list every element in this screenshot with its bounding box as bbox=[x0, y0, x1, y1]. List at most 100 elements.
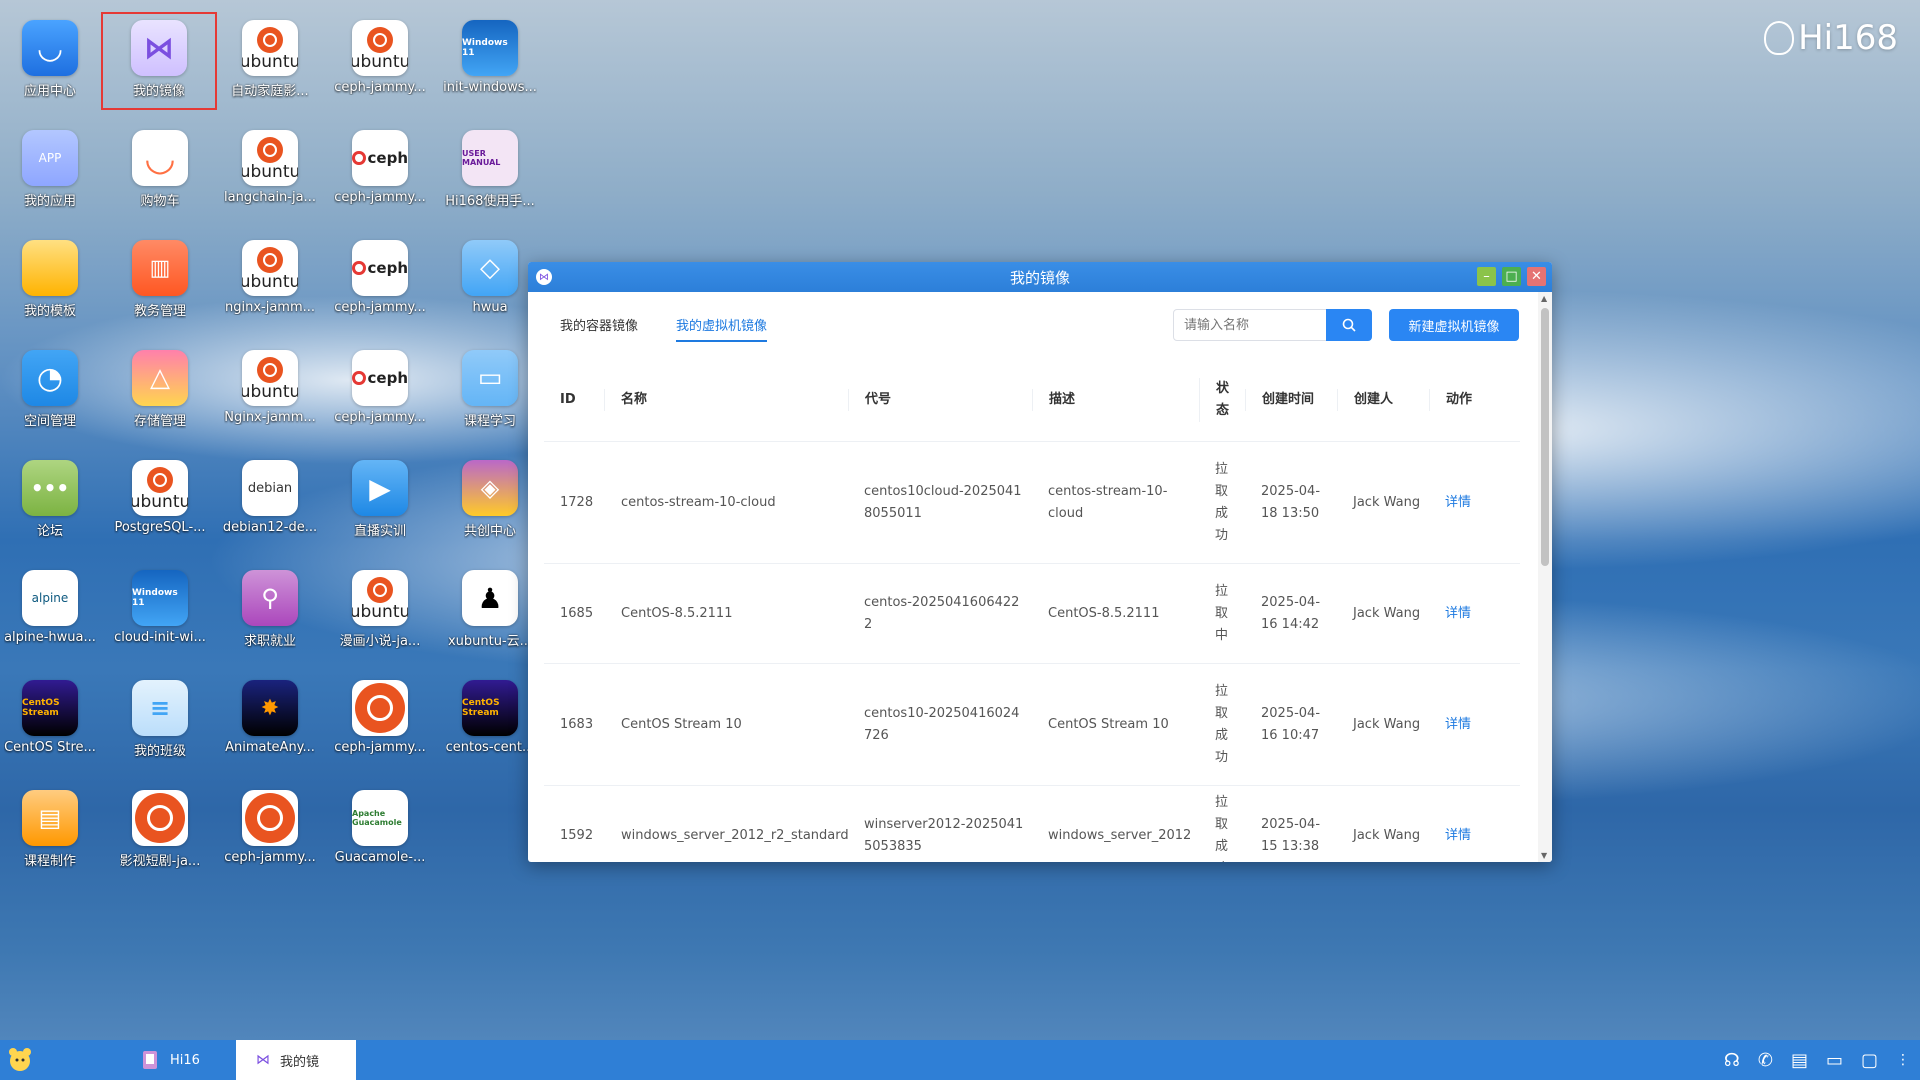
cell-code: centos10cloud-20250418055011 bbox=[864, 483, 1022, 521]
detail-link[interactable]: 详情 bbox=[1445, 495, 1471, 510]
cell-action: 详情 bbox=[1429, 825, 1509, 847]
desktop-icon[interactable]: ◡ 购物车 bbox=[112, 124, 208, 220]
desktop-icon[interactable]: USER MANUAL Hi168使用手... bbox=[442, 124, 538, 220]
ceph-icon: ceph bbox=[352, 350, 408, 406]
tab-vm-images[interactable]: 我的虚拟机镜像 bbox=[676, 315, 768, 342]
desktop-icon[interactable]: debian debian12-de... bbox=[222, 454, 318, 550]
search-input[interactable] bbox=[1173, 309, 1327, 341]
ubuntu-icon bbox=[352, 680, 408, 736]
desktop-icon-label: langchain-ja... bbox=[224, 190, 316, 205]
minimize-icon[interactable]: – bbox=[1477, 267, 1496, 286]
desktop-icon[interactable]: ubuntu Nginx-jamm... bbox=[222, 344, 318, 440]
desktop-icon[interactable]: Apache Guacamole Guacamole-... bbox=[332, 784, 428, 880]
document-icon[interactable]: ▤ bbox=[1791, 1050, 1808, 1071]
desktop-icon-label: Guacamole-... bbox=[334, 850, 426, 865]
desktop-icon[interactable]: ◔ 空间管理 bbox=[2, 344, 98, 440]
desktop-icon[interactable]: APP 我的应用 bbox=[2, 124, 98, 220]
monitor-icon[interactable]: ▢ bbox=[1861, 1050, 1878, 1071]
table-header: ID 名称 代号 描述 状态 创建时间 创建人 动作 bbox=[544, 358, 1520, 442]
headset-icon[interactable]: ☊ bbox=[1724, 1050, 1740, 1071]
desktop-icon[interactable]: △ 存储管理 bbox=[112, 344, 208, 440]
desktop-icon[interactable]: ◈ 共创中心 bbox=[442, 454, 538, 550]
cell-code: centos10-20250416024726 bbox=[864, 705, 1020, 743]
ubuntu-icon bbox=[242, 790, 298, 846]
forum-icon: ••• bbox=[22, 460, 78, 516]
desktop-icon[interactable]: ◇ hwua bbox=[442, 234, 538, 330]
taskbar-item-hi16[interactable]: Hi16 bbox=[120, 1040, 220, 1080]
desktop-icon-label: CentOS Stre... bbox=[4, 740, 96, 755]
col-name: 名称 bbox=[604, 388, 848, 411]
education-icon: ▥ bbox=[132, 240, 188, 296]
close-icon[interactable]: ✕ bbox=[1527, 267, 1546, 286]
taskbar-item-my-images[interactable]: ⋈ 我的镜 bbox=[235, 1040, 356, 1080]
wechat-icon[interactable]: ✆ bbox=[1758, 1050, 1773, 1071]
desktop-icon[interactable]: ceph ceph-jammy... bbox=[332, 124, 428, 220]
desktop-icon[interactable]: Windows 11 init-windows... bbox=[442, 14, 538, 110]
class-icon: ≡ bbox=[132, 680, 188, 736]
desktop-icon-label: 自动家庭影... bbox=[231, 84, 309, 99]
chat-icon[interactable]: ▭ bbox=[1826, 1050, 1843, 1071]
desktop-icon-label: 空间管理 bbox=[23, 414, 76, 429]
cell-id: 1592 bbox=[560, 827, 594, 843]
desktop-icon[interactable]: ceph-jammy... bbox=[222, 784, 318, 880]
taskbar-item-label: 我的镜 bbox=[279, 1054, 319, 1070]
desktop-icon[interactable]: ubuntu 漫画小说-ja... bbox=[332, 564, 428, 660]
desktop-icon[interactable]: CentOS Stream centos-cent... bbox=[442, 674, 538, 770]
desktop-icon[interactable]: ♟ xubuntu-云... bbox=[442, 564, 538, 660]
search-button[interactable] bbox=[1326, 309, 1372, 341]
table-row: 1685 CentOS-8.5.2111 centos-202504160642… bbox=[544, 564, 1520, 664]
desktop-icon[interactable]: ▭ 课程学习 bbox=[442, 344, 538, 440]
desktop-icon[interactable]: ✸ AnimateAny... bbox=[222, 674, 318, 770]
desktop-icon[interactable]: ceph-jammy... bbox=[332, 674, 428, 770]
desktop-icon-label: xubuntu-云... bbox=[447, 634, 533, 649]
desktop-icon[interactable]: ceph ceph-jammy... bbox=[332, 344, 428, 440]
desktop-icon[interactable]: ubuntu nginx-jamm... bbox=[222, 234, 318, 330]
window-titlebar[interactable]: ⋈ 我的镜像 – □ ✕ bbox=[528, 262, 1552, 292]
desktop-icon[interactable]: 影视短剧-ja... bbox=[112, 784, 208, 880]
desktop-icon[interactable]: ubuntu ceph-jammy... bbox=[332, 14, 428, 110]
desktop-icon[interactable]: ubuntu 自动家庭影... bbox=[222, 14, 318, 110]
desktop-icon[interactable]: ⚲ 求职就业 bbox=[222, 564, 318, 660]
window-scrollbar[interactable]: ▲ ▼ bbox=[1538, 292, 1552, 862]
ubuntu-icon: ubuntu bbox=[242, 240, 298, 296]
more-icon[interactable]: ⋮ bbox=[1896, 1052, 1910, 1068]
desktop-icon[interactable]: ubuntu PostgreSQL-... bbox=[112, 454, 208, 550]
centos-icon: CentOS Stream bbox=[462, 680, 518, 736]
detail-link[interactable]: 详情 bbox=[1445, 828, 1471, 843]
desktop-icon[interactable]: CentOS Stream CentOS Stre... bbox=[2, 674, 98, 770]
desktop-icon[interactable]: alpine alpine-hwua... bbox=[2, 564, 98, 660]
maximize-icon[interactable]: □ bbox=[1502, 267, 1521, 286]
hwua-icon: ◇ bbox=[462, 240, 518, 296]
col-user: 创建人 bbox=[1337, 388, 1429, 411]
desktop-icon[interactable]: ••• 论坛 bbox=[2, 454, 98, 550]
live-icon: ▶ bbox=[352, 460, 408, 516]
linux-penguin-icon: ♟ bbox=[462, 570, 518, 626]
desktop-icon[interactable]: ▤ 课程制作 bbox=[2, 784, 98, 880]
new-vm-image-button[interactable]: 新建虚拟机镜像 bbox=[1389, 309, 1519, 341]
cell-time: 2025-04-18 13:50 bbox=[1261, 483, 1321, 521]
desktop-icon-label: ceph-jammy... bbox=[334, 190, 426, 205]
scroll-down-icon[interactable]: ▼ bbox=[1541, 851, 1547, 860]
desktop-icon-label: hwua bbox=[472, 300, 508, 315]
detail-link[interactable]: 详情 bbox=[1445, 717, 1471, 732]
desktop-icon[interactable]: ▥ 教务管理 bbox=[112, 234, 208, 330]
desktop-icon[interactable]: ≡ 我的班级 bbox=[112, 674, 208, 770]
desktop-icon[interactable]: ceph ceph-jammy... bbox=[332, 234, 428, 330]
desktop-icon[interactable]: 我的模板 bbox=[2, 234, 98, 330]
cell-code: centos-20250416064222 bbox=[864, 594, 1020, 632]
desktop-icon-label: Nginx-jamm... bbox=[224, 410, 316, 425]
cell-status: 拉取成功 bbox=[1215, 683, 1229, 765]
cell-id: 1683 bbox=[560, 716, 594, 732]
start-button[interactable] bbox=[0, 1040, 40, 1080]
scrollbar-thumb[interactable] bbox=[1541, 308, 1549, 566]
desktop-icon[interactable]: ▶ 直播实训 bbox=[332, 454, 428, 550]
tab-container-images[interactable]: 我的容器镜像 bbox=[560, 315, 638, 334]
detail-link[interactable]: 详情 bbox=[1445, 606, 1471, 621]
space-icon: ◔ bbox=[22, 350, 78, 406]
desktop-icon[interactable]: Windows 11 cloud-init-wi... bbox=[112, 564, 208, 660]
cell-status: 拉取成功 bbox=[1215, 461, 1229, 543]
desktop-icon[interactable]: ubuntu langchain-ja... bbox=[222, 124, 318, 220]
scroll-up-icon[interactable]: ▲ bbox=[1541, 294, 1547, 303]
desktop-icon[interactable]: ◡ 应用中心 bbox=[2, 14, 98, 110]
desktop-icon[interactable]: ⋈ 我的镜像 bbox=[101, 12, 217, 110]
